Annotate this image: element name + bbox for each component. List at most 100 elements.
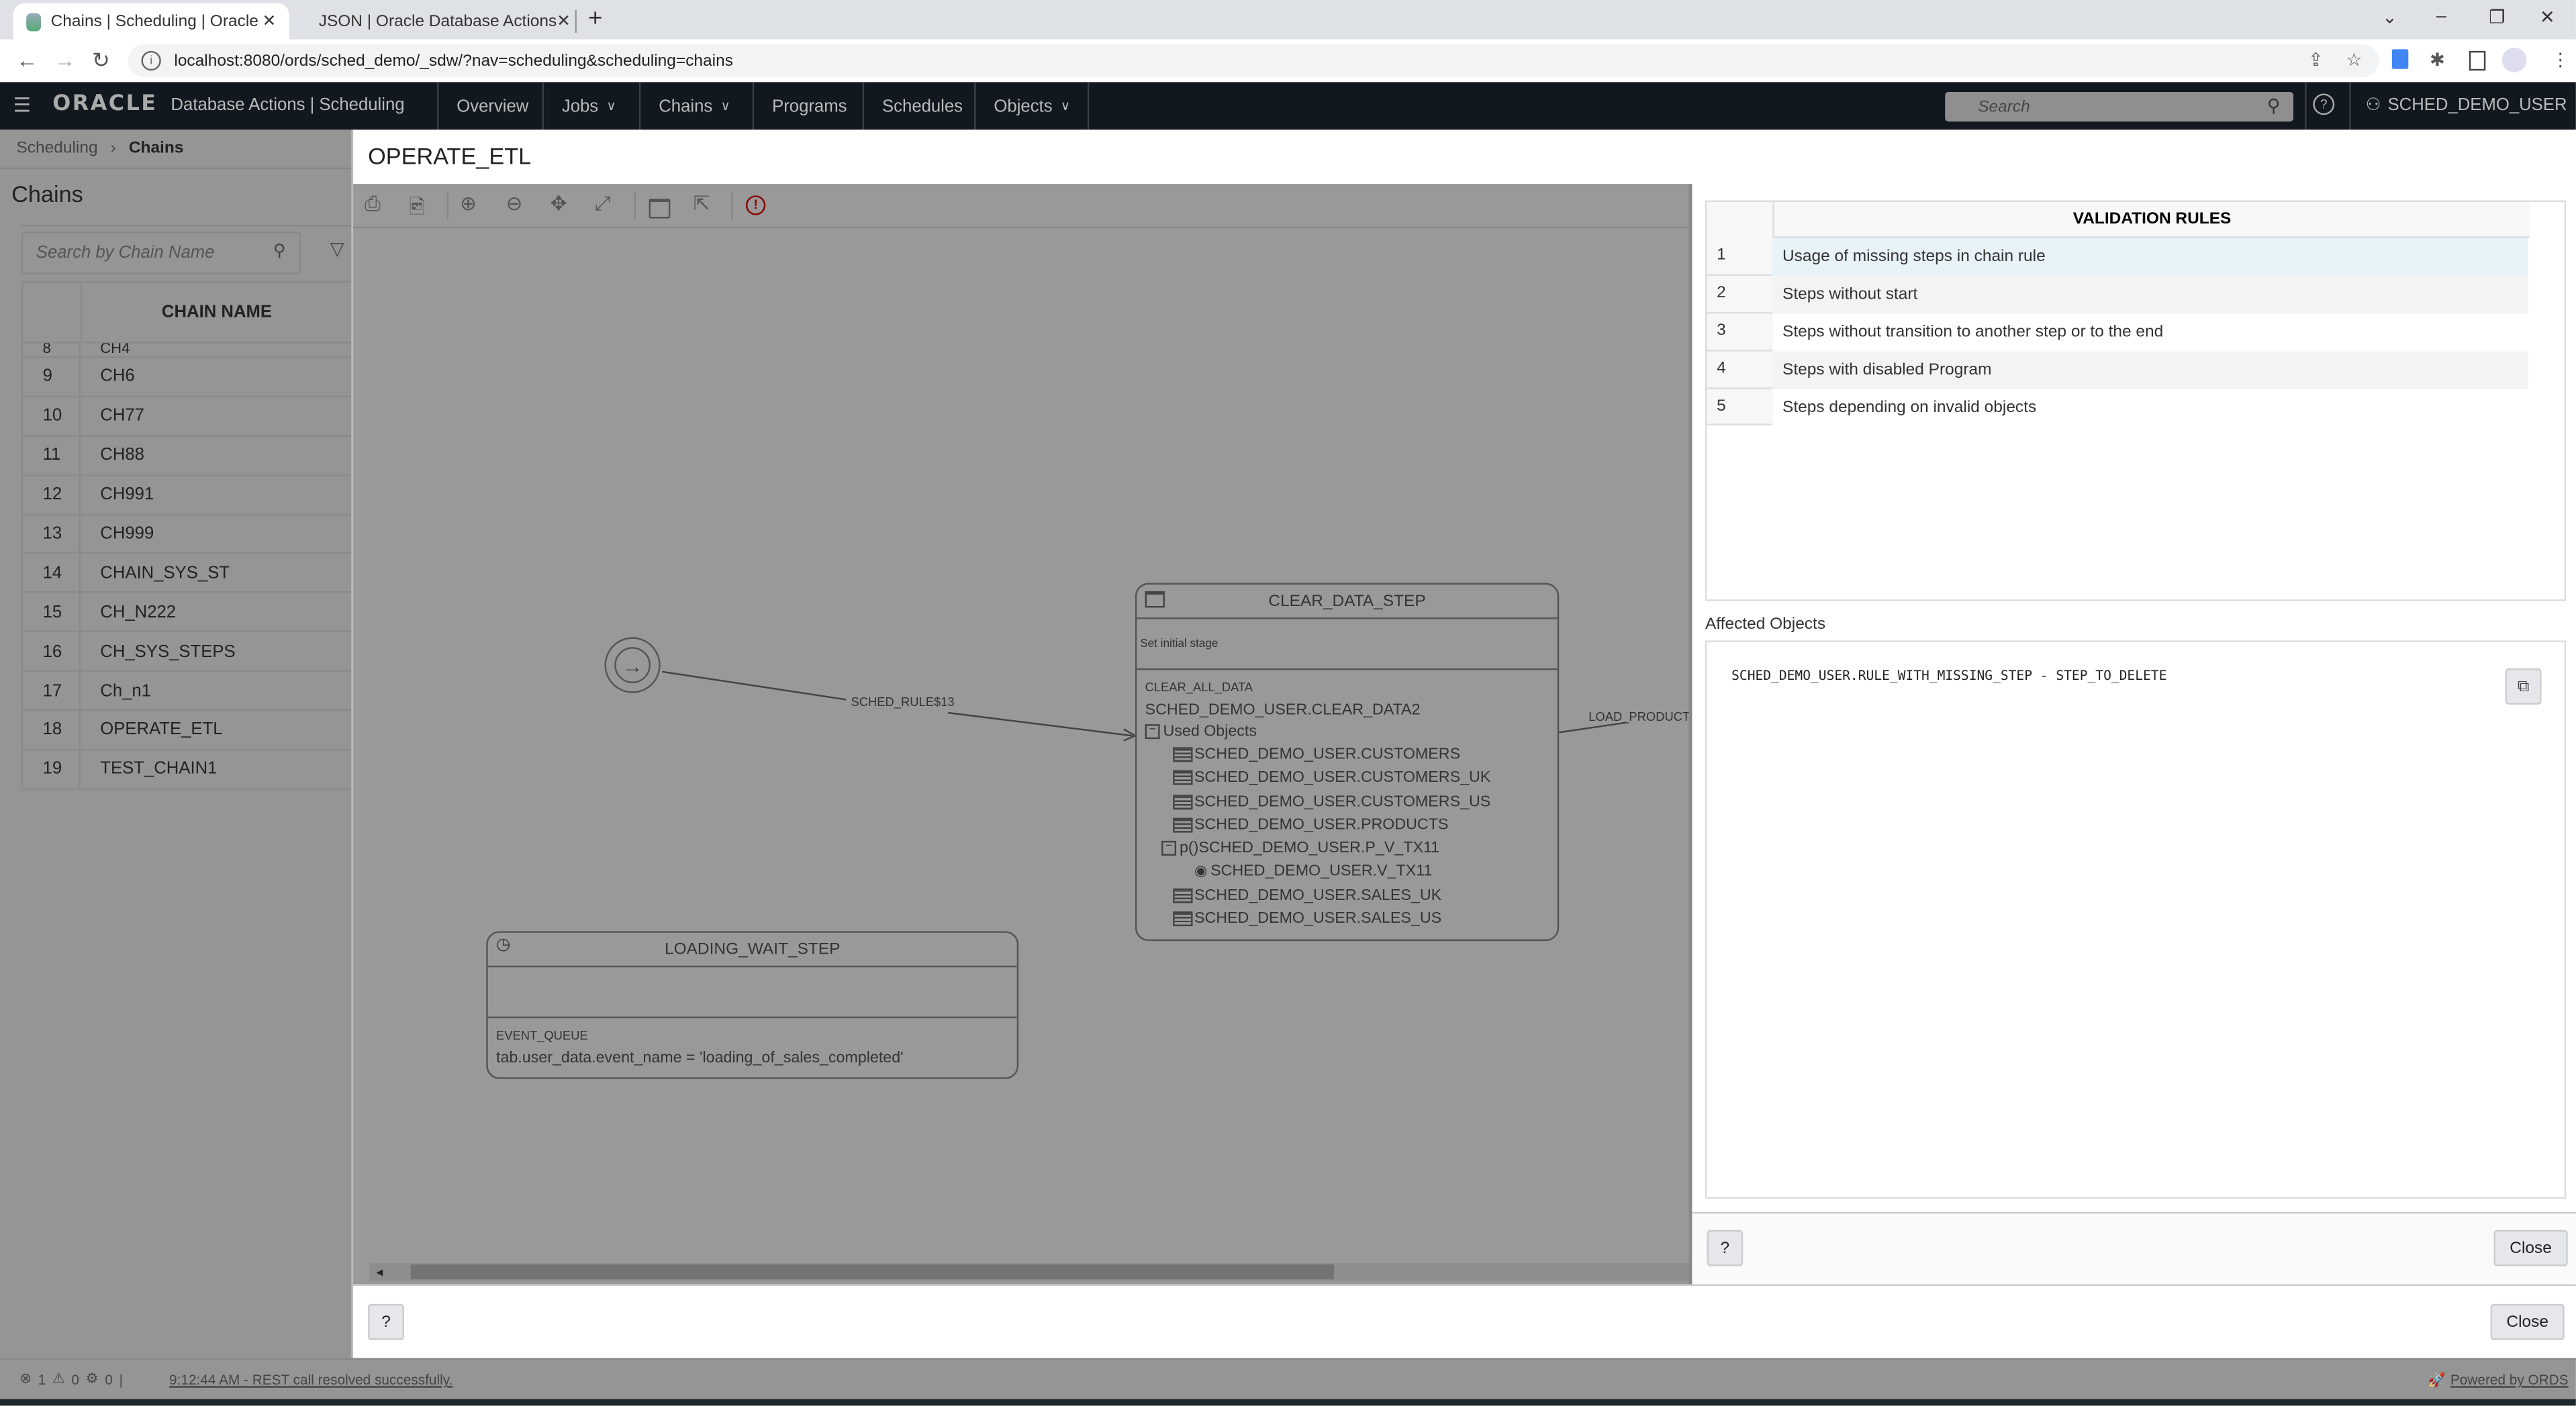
diagram-canvas[interactable]: ⎙ 🖻 ⊕ ⊖ ✥ ⤢ ⇱ ! → SCHED_RULE$13 LOAD_PRO… xyxy=(353,184,1697,1285)
nav-jobs[interactable]: Jobs ∨ xyxy=(542,82,634,130)
divider xyxy=(0,167,352,170)
used-object-item[interactable]: SCHED_DEMO_USER.SALES_UK xyxy=(1145,884,1558,907)
status-counters[interactable]: ⊗ 1 ⚠ 0 ⚙ 0 | xyxy=(19,1370,123,1388)
validation-rule-row[interactable]: 1 Usage of missing steps in chain rule xyxy=(1707,238,2564,276)
new-tab-button[interactable]: + xyxy=(588,5,602,33)
tab-search-icon[interactable]: ⌄ xyxy=(2382,7,2397,28)
dialog-title: OPERATE_ETL xyxy=(368,142,532,170)
back-icon[interactable]: ← xyxy=(16,48,38,72)
hamburger-menu-icon[interactable]: ☰ xyxy=(13,93,31,116)
rule-label[interactable]: LOAD_PRODUCT_ xyxy=(1588,709,1697,724)
close-tab-icon[interactable]: ✕ xyxy=(557,12,571,30)
chain-name-cell: CH_SYS_STEPS xyxy=(100,641,236,662)
table-row[interactable]: 9 CH6 xyxy=(21,358,352,397)
used-object-item[interactable]: SCHED_DEMO_USER.CUSTOMERS_US xyxy=(1145,790,1558,813)
used-object-item[interactable]: SCHED_DEMO_USER.CUSTOMERS_UK xyxy=(1145,766,1558,790)
nav-objects[interactable]: Objects ∨ xyxy=(974,82,1090,130)
minimize-icon[interactable]: – xyxy=(2436,7,2446,26)
scroll-left-icon[interactable]: ◂ xyxy=(376,1264,383,1279)
forward-icon[interactable]: → xyxy=(54,48,76,72)
share-icon[interactable]: ⇪ xyxy=(2308,49,2324,70)
close-window-icon[interactable]: ✕ xyxy=(2540,7,2555,28)
step-description: Set initial stage xyxy=(1137,619,1558,670)
table-row[interactable]: 11 CH88 xyxy=(21,436,352,476)
chain-search-input[interactable]: Search by Chain Name ⚲ xyxy=(21,232,301,274)
used-objects-node[interactable]: − Used Objects xyxy=(1145,719,1558,743)
used-object-item[interactable]: SCHED_DEMO_USER.PRODUCTS xyxy=(1145,813,1558,837)
site-info-icon[interactable]: i xyxy=(141,50,161,71)
validation-rule-row[interactable]: 5 Steps depending on invalid objects xyxy=(1707,388,2564,426)
filter-icon[interactable]: ▽ xyxy=(330,238,344,259)
nav-overview[interactable]: Overview xyxy=(436,82,546,130)
row-number: 16 xyxy=(23,632,81,670)
table-row[interactable]: 8 CH4 xyxy=(21,343,352,358)
user-menu[interactable]: ⚇ SCHED_DEMO_USER ∨ xyxy=(2366,95,2576,115)
side-panel-icon[interactable] xyxy=(2469,50,2486,71)
breadcrumb-parent[interactable]: Scheduling xyxy=(16,140,97,158)
validation-rules-table: VALIDATION RULES 1 Usage of missing steps… xyxy=(1705,200,2567,601)
extensions-icon[interactable]: ✱ xyxy=(2430,49,2445,70)
nav-programs[interactable]: Programs xyxy=(752,82,865,130)
search-icon[interactable]: ⚲ xyxy=(2267,95,2281,116)
horizontal-scrollbar[interactable]: ◂ xyxy=(369,1262,1689,1281)
browser-tab-json[interactable]: JSON | Oracle Database Actions ✕ xyxy=(295,3,571,40)
user-icon: ⚇ xyxy=(2365,95,2381,115)
search-icon[interactable]: ⚲ xyxy=(273,242,286,261)
table-icon xyxy=(1173,817,1193,833)
browser-menu-icon[interactable]: ⋮ xyxy=(2551,49,2569,70)
table-row[interactable]: 19 TEST_CHAIN1 xyxy=(21,750,352,790)
powered-by-link[interactable]: 🚀 Powered by ORDS xyxy=(2428,1371,2569,1389)
help-button[interactable]: ? xyxy=(368,1303,404,1340)
rule-text: Steps with disabled Program xyxy=(1772,350,2528,389)
copy-button[interactable]: ⧉ xyxy=(2505,668,2542,705)
profile-avatar-icon[interactable] xyxy=(2501,47,2527,72)
nav-schedules[interactable]: Schedules xyxy=(862,82,981,130)
used-object-item[interactable]: SCHED_DEMO_USER.SALES_US xyxy=(1145,907,1558,931)
close-dialog-button[interactable]: Close xyxy=(2490,1303,2565,1340)
close-validation-button[interactable]: Close xyxy=(2493,1229,2568,1266)
help-icon[interactable]: ? xyxy=(2313,93,2335,115)
collapse-icon[interactable]: − xyxy=(1161,841,1177,856)
help-icon: ? xyxy=(381,1313,391,1332)
table-row[interactable]: 18 OPERATE_ETL xyxy=(21,711,352,751)
reload-icon[interactable]: ↻ xyxy=(92,48,110,74)
url-input[interactable]: i localhost:8080/ords/sched_demo/_sdw/?n… xyxy=(128,44,2379,78)
table-row[interactable]: 13 CH999 xyxy=(21,515,352,554)
bookmark-star-icon[interactable]: ☆ xyxy=(2346,49,2362,70)
step-title: ◷ LOADING_WAIT_STEP xyxy=(487,933,1017,968)
browser-tab-chains[interactable]: Chains | Scheduling | Oracle Data ✕ xyxy=(13,3,289,40)
table-row[interactable]: 12 CH991 xyxy=(21,475,352,515)
rule-label[interactable]: SCHED_RULE$13 xyxy=(851,695,955,709)
object-name: SCHED_DEMO_USER.SALES_UK xyxy=(1194,886,1442,905)
step-name: CLEAR_DATA_STEP xyxy=(1268,592,1426,611)
global-search-input[interactable]: Search ⚲ xyxy=(1945,92,2294,122)
close-tab-icon[interactable]: ✕ xyxy=(263,12,277,30)
validation-rule-row[interactable]: 3 Steps without transition to another ste… xyxy=(1707,313,2564,351)
chain-name-cell: CHAIN_SYS_ST xyxy=(100,563,230,583)
dialog-footer: ? Close xyxy=(353,1284,2576,1360)
used-object-item[interactable]: ◉ SCHED_DEMO_USER.V_TX11 xyxy=(1145,860,1558,884)
collapse-icon[interactable]: − xyxy=(1145,723,1160,739)
validation-rule-row[interactable]: 4 Steps with disabled Program xyxy=(1707,350,2564,389)
step-node-loading-wait[interactable]: ◷ LOADING_WAIT_STEP EVENT_QUEUE tab.user… xyxy=(486,931,1019,1079)
table-row[interactable]: 14 CHAIN_SYS_ST xyxy=(21,554,352,594)
page-title: Chains xyxy=(11,181,83,207)
used-object-item[interactable]: SCHED_DEMO_USER.CUSTOMERS xyxy=(1145,743,1558,766)
nav-chains[interactable]: Chains ∨ xyxy=(638,82,749,130)
table-row[interactable]: 16 CH_SYS_STEPS xyxy=(21,632,352,672)
scrollbar-thumb[interactable] xyxy=(410,1264,1334,1280)
used-object-item[interactable]: − p() SCHED_DEMO_USER.P_V_TX11 xyxy=(1145,837,1558,860)
translate-extension-icon[interactable] xyxy=(2391,49,2409,69)
table-row[interactable]: 15 CH_N222 xyxy=(21,593,352,633)
validation-rule-row[interactable]: 2 Steps without start xyxy=(1707,275,2564,313)
table-row[interactable]: 17 Ch_n1 xyxy=(21,672,352,711)
status-message-link[interactable]: 9:12:44 AM - REST call resolved successf… xyxy=(169,1371,452,1387)
restore-icon[interactable]: ❐ xyxy=(2489,7,2505,28)
column-header-chain-name[interactable]: CHAIN NAME xyxy=(82,283,351,342)
table-row[interactable]: 10 CH77 xyxy=(21,397,352,437)
step-node-clear-data[interactable]: CLEAR_DATA_STEP Set initial stage CLEAR_… xyxy=(1135,583,1560,942)
tab-title: JSON | Oracle Database Actions xyxy=(318,12,557,31)
start-node[interactable]: → xyxy=(604,637,661,693)
help-button[interactable]: ? xyxy=(1707,1229,1744,1266)
rule-line-segment xyxy=(661,670,847,701)
